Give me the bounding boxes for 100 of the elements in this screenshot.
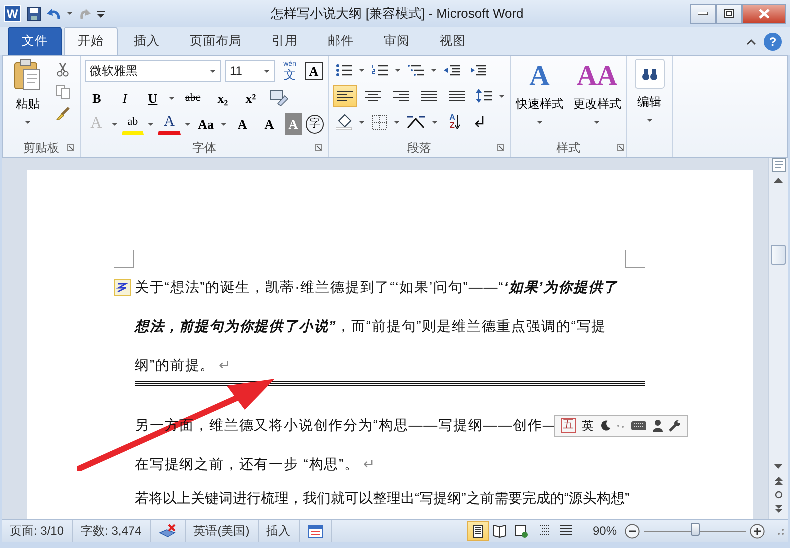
undo-icon[interactable] xyxy=(47,8,61,20)
dropdown-caret-icon[interactable] xyxy=(221,122,228,126)
dialog-launcher-icon[interactable] xyxy=(497,144,504,151)
paintbrush-icon[interactable] xyxy=(56,107,70,121)
dialog-launcher-icon[interactable] xyxy=(315,144,322,151)
dropdown-caret-icon[interactable] xyxy=(184,122,191,126)
file-tab[interactable]: 文件 xyxy=(8,27,62,55)
language-toggle[interactable]: 英 xyxy=(582,416,594,434)
reading-layout-icon[interactable] xyxy=(492,524,507,538)
insert-mode[interactable]: 插入 xyxy=(266,522,291,540)
enclose-character-button[interactable]: 字 xyxy=(306,114,324,134)
ribbon-tab[interactable]: 视图 xyxy=(426,27,480,55)
strikethrough-button[interactable]: abc xyxy=(179,87,207,109)
underline-button[interactable]: U xyxy=(141,87,165,109)
text-direction-icon[interactable] xyxy=(407,115,425,129)
zoom-level[interactable]: 90% xyxy=(592,522,617,540)
dropdown-caret-icon[interactable] xyxy=(431,68,437,72)
align-right-icon[interactable] xyxy=(393,90,409,102)
smart-tag-icon[interactable] xyxy=(114,279,131,296)
next-page-icon[interactable] xyxy=(774,505,782,513)
line-spacing-icon[interactable] xyxy=(476,89,492,103)
scroll-up-icon[interactable] xyxy=(774,178,783,183)
draft-icon[interactable] xyxy=(558,524,573,538)
clear-formatting-icon[interactable] xyxy=(270,90,288,106)
font-color-button[interactable]: A xyxy=(158,113,181,135)
bullet-list-icon[interactable] xyxy=(336,64,352,76)
increase-indent-icon[interactable] xyxy=(470,64,486,76)
input-mode-indicator[interactable]: 五 xyxy=(560,418,576,433)
editing-button[interactable]: 编辑 xyxy=(631,59,668,157)
dropdown-caret-icon[interactable] xyxy=(432,120,438,124)
scroll-down-icon[interactable] xyxy=(774,464,783,469)
dropdown-caret-icon[interactable] xyxy=(359,68,365,72)
page-count[interactable]: 页面: 3/10 xyxy=(10,522,64,540)
ribbon-tab[interactable]: 开始 xyxy=(64,27,118,55)
dropdown-caret-icon[interactable] xyxy=(67,12,73,15)
dropdown-caret-icon[interactable] xyxy=(148,122,154,126)
dropdown-caret-icon[interactable] xyxy=(169,96,175,100)
web-layout-icon[interactable] xyxy=(514,524,529,538)
keyboard-icon[interactable] xyxy=(630,420,647,430)
paste-button[interactable]: 粘贴 xyxy=(7,59,49,139)
save-icon[interactable] xyxy=(27,6,41,20)
resize-grip-icon[interactable] xyxy=(775,526,785,536)
character-shading-button[interactable]: A xyxy=(284,113,302,135)
punctuation-icon[interactable] xyxy=(616,422,625,428)
moon-icon[interactable] xyxy=(600,420,611,431)
macro-recording-icon[interactable] xyxy=(308,524,323,538)
app-icon[interactable]: W xyxy=(4,5,21,22)
ruler-toggle-icon[interactable] xyxy=(772,158,786,172)
collapse-ribbon-icon[interactable] xyxy=(747,39,756,45)
previous-page-icon[interactable] xyxy=(774,477,782,485)
align-center-icon[interactable] xyxy=(365,90,381,102)
ribbon-tab[interactable]: 插入 xyxy=(120,27,174,55)
align-left-icon[interactable] xyxy=(337,90,353,102)
dialog-launcher-icon[interactable] xyxy=(617,144,624,151)
bold-button[interactable]: B xyxy=(85,87,109,109)
customize-toolbar-icon[interactable] xyxy=(97,10,105,18)
wrench-icon[interactable] xyxy=(668,420,681,432)
ribbon-tab[interactable]: 邮件 xyxy=(314,27,368,55)
dropdown-caret-icon[interactable] xyxy=(359,120,365,124)
format-button[interactable]: A xyxy=(231,113,254,135)
person-icon[interactable] xyxy=(652,420,663,432)
italic-button[interactable]: I xyxy=(113,87,137,109)
restore-button[interactable] xyxy=(716,4,742,24)
minimize-button[interactable] xyxy=(690,4,716,24)
zoom-in-icon[interactable] xyxy=(750,524,765,538)
paragraph-mark-icon[interactable] xyxy=(475,115,485,129)
help-button[interactable]: ? xyxy=(764,33,782,51)
scrollbar-thumb[interactable] xyxy=(771,245,786,265)
borders-icon[interactable] xyxy=(372,114,387,130)
numbered-list-icon[interactable] xyxy=(372,64,388,76)
dialog-launcher-icon[interactable] xyxy=(67,144,74,151)
justify-icon[interactable] xyxy=(421,90,437,102)
close-button[interactable] xyxy=(742,4,786,24)
quick-styles-button[interactable]: A 快速样式 xyxy=(512,59,567,139)
ribbon-tab[interactable]: 页面布局 xyxy=(176,27,256,55)
format-button[interactable]: x₂ xyxy=(211,87,235,109)
print-layout-icon[interactable] xyxy=(470,524,485,538)
proofing-error-icon[interactable] xyxy=(158,524,177,538)
multilevel-list-icon[interactable] xyxy=(408,64,424,76)
dropdown-caret-icon[interactable] xyxy=(394,120,400,124)
font-size-field[interactable]: 11 xyxy=(225,60,275,82)
dropdown-caret-icon[interactable] xyxy=(499,94,505,98)
sort-button[interactable]: A Z xyxy=(442,111,468,133)
word-count[interactable]: 字数: 3,474 xyxy=(81,522,142,540)
scissors-icon[interactable] xyxy=(56,63,70,77)
dropdown-caret-icon[interactable] xyxy=(395,68,401,72)
format-button[interactable]: A xyxy=(258,113,281,135)
ribbon-tab[interactable]: 引用 xyxy=(258,27,312,55)
format-button[interactable]: x² xyxy=(239,87,263,109)
fill-bucket-icon[interactable] xyxy=(336,114,352,130)
language-status[interactable]: 英语(美国) xyxy=(194,522,250,540)
zoom-slider-thumb[interactable] xyxy=(690,522,700,536)
browse-object-icon[interactable] xyxy=(774,491,782,499)
change-styles-button[interactable]: AA 更改样式 xyxy=(570,59,624,139)
distribute-icon[interactable] xyxy=(449,90,465,102)
highlight-button[interactable]: ab xyxy=(122,113,144,135)
character-border-button[interactable]: A xyxy=(305,62,323,80)
format-button[interactable]: Aa xyxy=(194,113,218,135)
ribbon-tab[interactable]: 审阅 xyxy=(370,27,424,55)
decrease-indent-icon[interactable] xyxy=(444,64,460,76)
